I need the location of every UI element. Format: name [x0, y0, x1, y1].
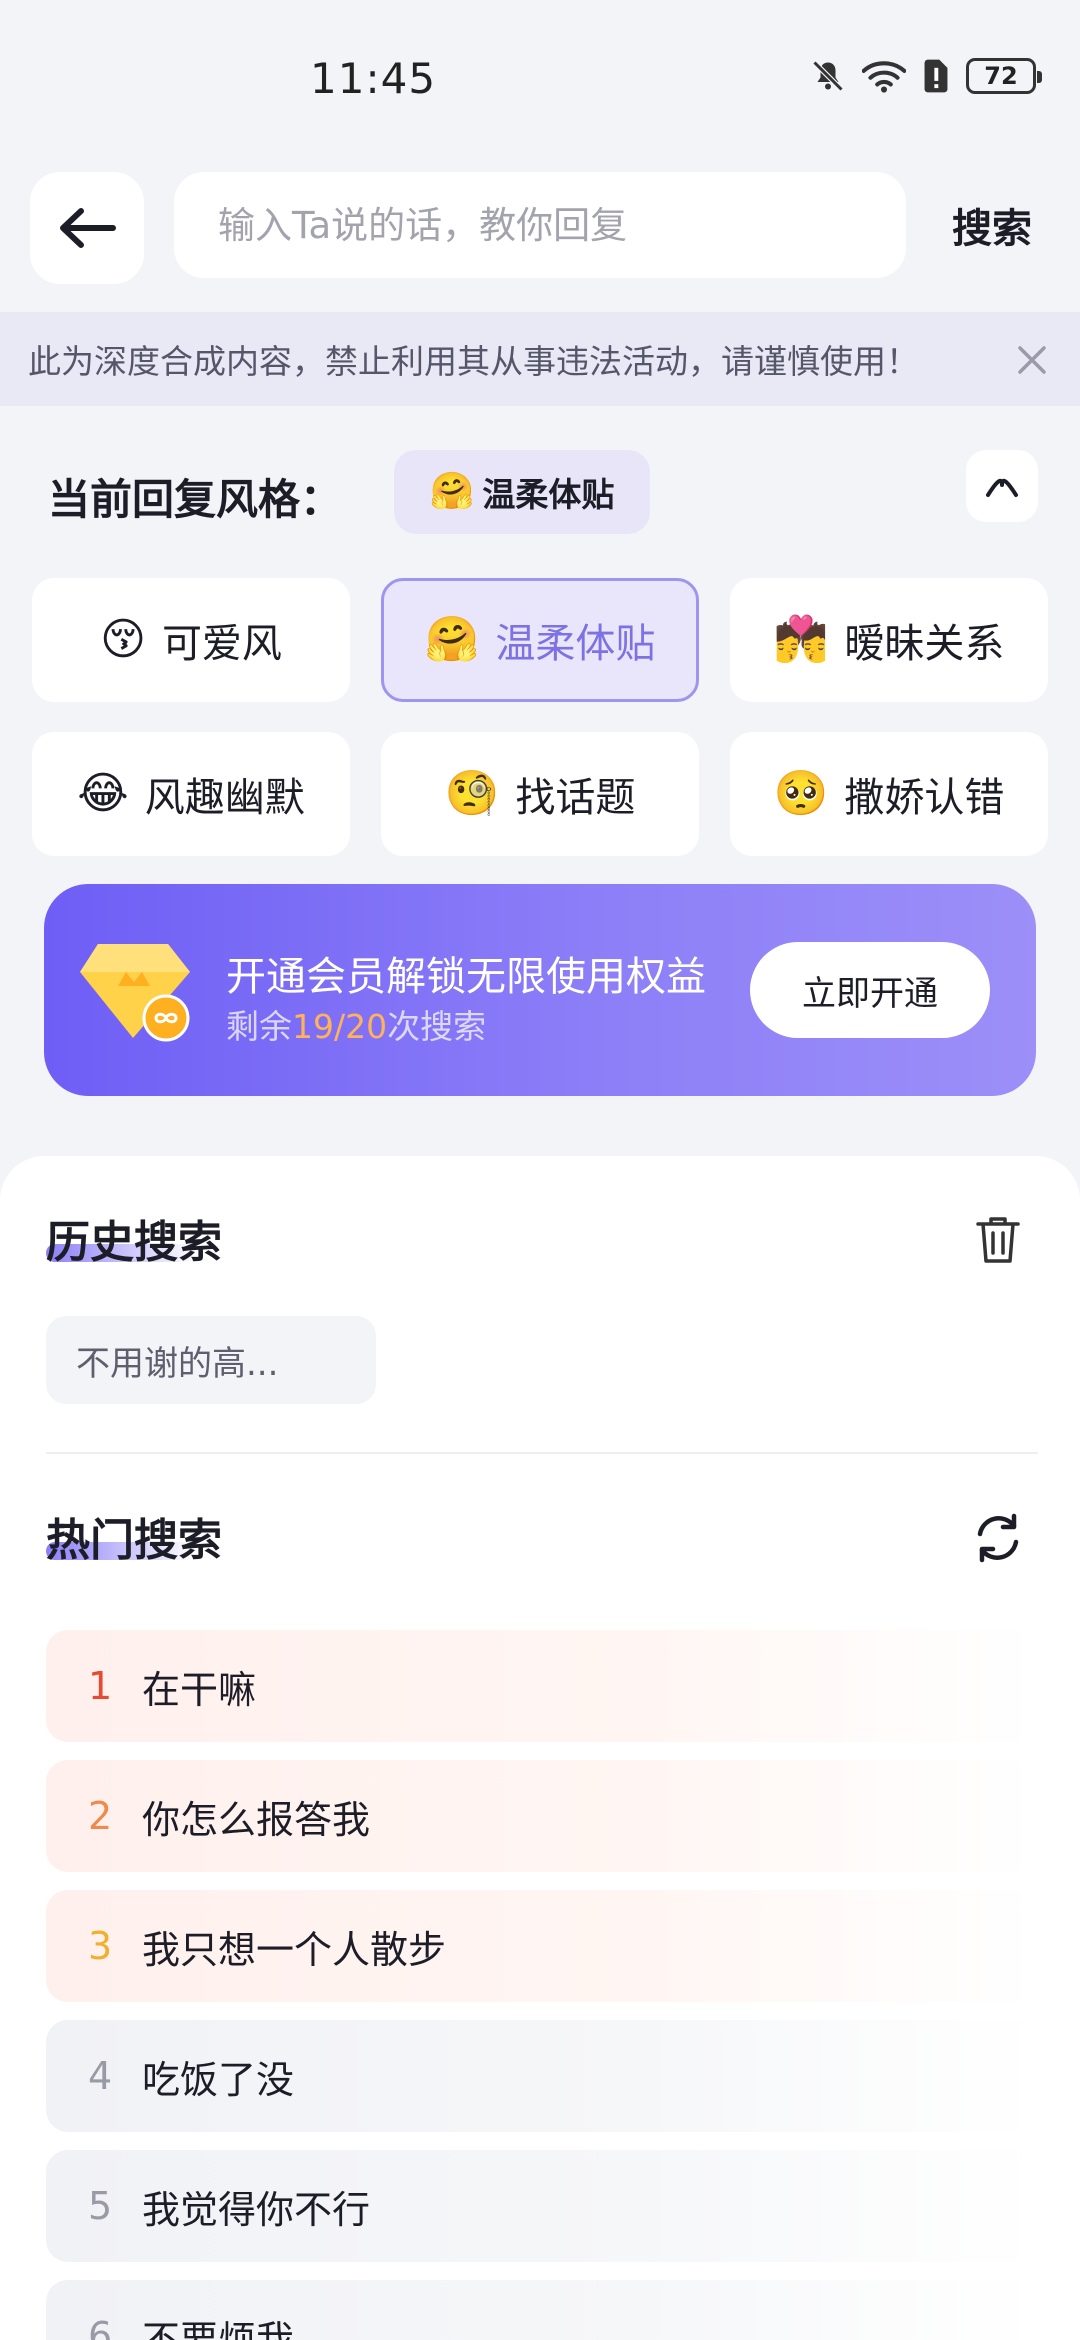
hot-item[interactable]: 5 我觉得你不行 — [46, 2150, 1038, 2262]
vip-remaining: 剩余19/20次搜索 — [226, 1007, 487, 1046]
refresh-icon — [977, 1513, 1019, 1563]
thinking-emoji-icon: 🧐 — [444, 768, 500, 819]
style-option-label: 撒娇认错 — [844, 775, 1005, 821]
couple-kiss-emoji-icon: 💏 — [773, 614, 829, 665]
hot-item-text: 我只想一个人散步 — [142, 1927, 447, 1972]
style-option-humor[interactable]: 😂 风趣幽默 — [32, 732, 350, 856]
pleading-emoji-icon: 🥺 — [773, 768, 829, 819]
hot-item[interactable]: 3 我只想一个人散步 — [46, 1890, 1038, 2002]
rank-number: 4 — [88, 2054, 113, 2098]
battery-icon: 72 — [966, 58, 1042, 94]
hot-item[interactable]: 2 你怎么报答我 — [46, 1760, 1038, 1872]
kiss-emoji-icon: 😚 — [100, 614, 146, 665]
style-option-gentle[interactable]: 🤗 温柔体贴 — [381, 578, 699, 702]
style-option-label: 风趣幽默 — [144, 775, 305, 821]
hot-item[interactable]: 6 不要烦我 — [46, 2280, 1038, 2340]
mute-bell-icon — [812, 60, 844, 92]
wifi-icon — [862, 61, 906, 93]
notice-banner: 此为深度合成内容，禁止利用其从事违法活动，请谨慎使用！ — [0, 312, 1080, 406]
refresh-hot-button[interactable] — [968, 1508, 1028, 1568]
rank-number: 1 — [88, 1664, 113, 1708]
search-input[interactable] — [218, 203, 878, 247]
close-icon[interactable] — [1014, 342, 1050, 378]
style-option-label: 找话题 — [515, 775, 636, 821]
hot-item[interactable]: 4 吃饭了没 — [46, 2020, 1038, 2132]
reply-style-label: 当前回复风格： — [48, 475, 343, 524]
hot-item-text: 在干嘛 — [142, 1667, 257, 1712]
style-option-flirty[interactable]: 💏 暧昧关系 — [730, 578, 1048, 702]
hot-item-text: 不要烦我 — [142, 2317, 295, 2340]
status-bar: 11:45 72 — [0, 0, 1080, 160]
rank-number: 2 — [88, 1794, 113, 1838]
search-box[interactable] — [174, 172, 906, 278]
status-icons: 72 — [810, 58, 1042, 94]
current-style-chip: 🤗 温柔体贴 — [394, 450, 650, 534]
hug-emoji-icon: 🤗 — [424, 614, 480, 665]
collapse-button[interactable] — [966, 450, 1038, 522]
vip-banner[interactable]: 开通会员解锁无限使用权益 剩余19/20次搜索 立即开通 — [44, 884, 1036, 1096]
vip-crown-diamond-icon — [80, 944, 190, 1042]
hug-emoji-icon: 🤗 — [429, 471, 475, 512]
divider — [46, 1452, 1038, 1454]
history-title: 历史搜索 — [46, 1217, 222, 1268]
vip-remaining-count: 19/20 — [292, 1007, 388, 1046]
vip-title: 开通会员解锁无限使用权益 — [226, 954, 706, 1000]
back-button[interactable] — [30, 172, 144, 284]
laugh-emoji-icon: 😂 — [77, 768, 129, 819]
hot-item-text: 我觉得你不行 — [142, 2187, 371, 2232]
clear-history-button[interactable] — [968, 1210, 1028, 1270]
rank-number: 6 — [88, 2314, 113, 2340]
style-option-apologize[interactable]: 🥺 撒娇认错 — [730, 732, 1048, 856]
chevron-up-icon — [986, 478, 1018, 497]
style-option-label: 暧昧关系 — [844, 621, 1005, 667]
alert-sim-icon — [924, 59, 948, 93]
hot-item[interactable]: 1 在干嘛 — [46, 1630, 1038, 1742]
search-panel: 历史搜索 不用谢的高... 热门搜索 1 在干嘛 2 你怎么报答我 3 我只想一… — [0, 1156, 1080, 2340]
style-option-topic[interactable]: 🧐 找话题 — [381, 732, 699, 856]
search-button[interactable]: 搜索 — [952, 196, 1032, 254]
style-option-label: 温柔体贴 — [495, 621, 656, 667]
hot-title: 热门搜索 — [46, 1515, 222, 1566]
rank-number: 5 — [88, 2184, 113, 2228]
trash-icon — [976, 1217, 1020, 1263]
open-vip-button[interactable]: 立即开通 — [750, 942, 990, 1038]
rank-number: 3 — [88, 1924, 113, 1968]
arrow-left-icon — [60, 208, 116, 248]
notice-text: 此为深度合成内容，禁止利用其从事违法活动，请谨慎使用！ — [28, 342, 919, 381]
style-options-grid: 😚 可爱风 🤗 温柔体贴 💏 暧昧关系 😂 风趣幽默 🧐 找话题 🥺 撒娇认错 — [32, 578, 1048, 856]
history-item[interactable]: 不用谢的高... — [46, 1316, 376, 1404]
hot-list: 1 在干嘛 2 你怎么报答我 3 我只想一个人散步 4 吃饭了没 5 我觉得你不… — [46, 1630, 1038, 2340]
hot-item-text: 你怎么报答我 — [142, 1797, 371, 1842]
style-option-label: 可爱风 — [161, 621, 282, 667]
style-option-cute[interactable]: 😚 可爱风 — [32, 578, 350, 702]
status-time: 11:45 — [310, 54, 437, 103]
current-style-label: 温柔体贴 — [482, 475, 615, 514]
hot-item-text: 吃饭了没 — [142, 2057, 295, 2102]
